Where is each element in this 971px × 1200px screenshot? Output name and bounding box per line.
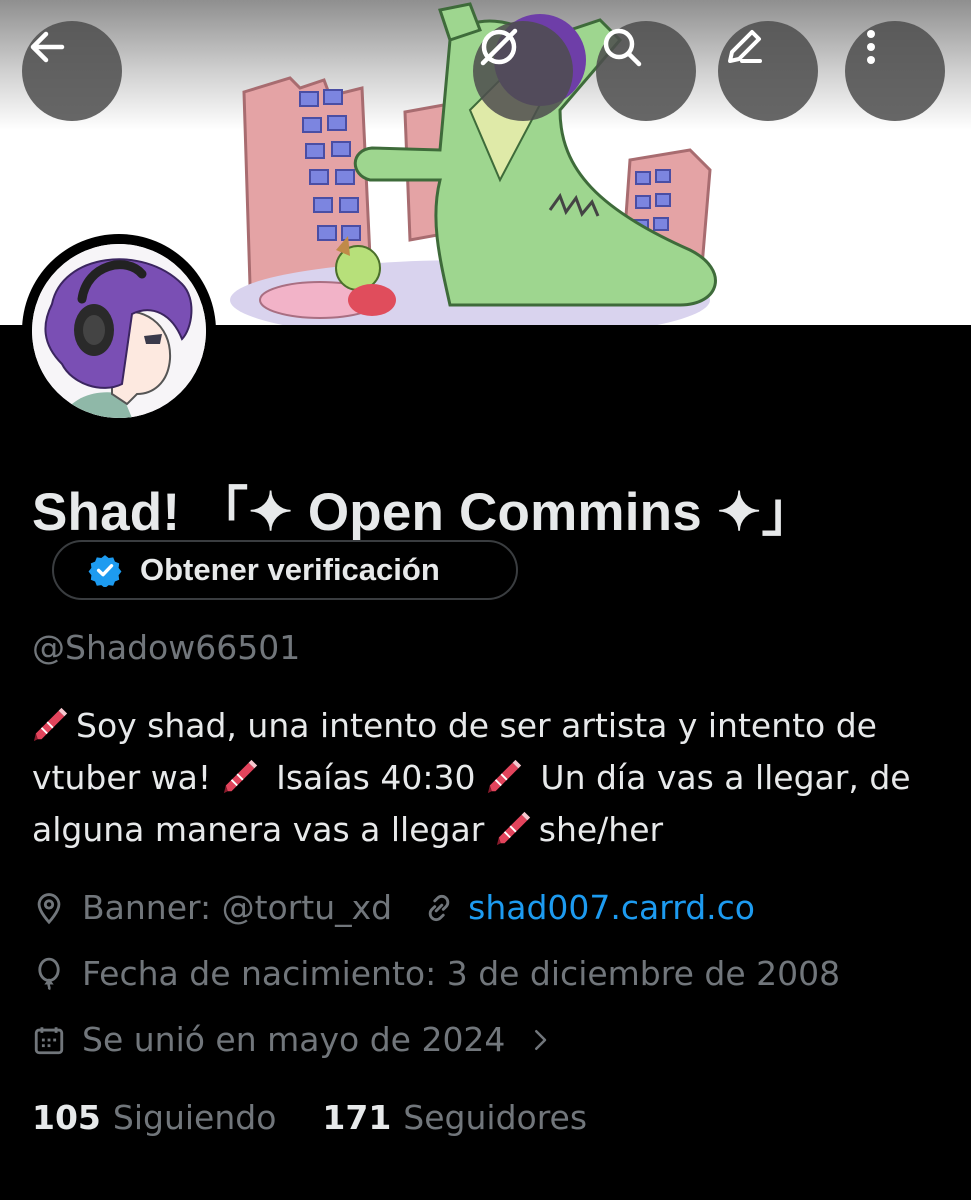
avatar-image: [32, 244, 206, 418]
avatar[interactable]: [22, 234, 216, 428]
refresh-button[interactable]: [473, 21, 573, 121]
crayon-emoji-icon: [496, 811, 530, 846]
verified-badge-icon: [88, 555, 122, 587]
followers-label: Seguidores: [403, 1098, 588, 1137]
chevron-right-icon: [535, 1029, 547, 1050]
followers-link[interactable]: 171 Seguidores: [322, 1098, 587, 1137]
location-row: Banner: @tortu_xd shad007.carrd.co: [32, 888, 755, 927]
arrow-left-icon: [30, 31, 65, 63]
pencil-icon: [728, 30, 762, 63]
display-name: Shad! 「✦ Open Commins ✦」: [32, 483, 815, 542]
bio-segment: Isaías 40:30: [265, 758, 486, 797]
bio-segment: she/her: [538, 810, 664, 849]
rotate-slash-icon: [480, 28, 518, 66]
link-icon: [428, 894, 450, 921]
following-link[interactable]: 105 Siguiendo: [32, 1098, 276, 1137]
crayon-emoji-icon: [223, 759, 257, 794]
edit-button[interactable]: [718, 21, 818, 121]
crayon-emoji-icon: [487, 759, 522, 794]
following-count: 105: [32, 1098, 101, 1137]
back-button[interactable]: [22, 21, 122, 121]
search-icon: [603, 28, 642, 67]
joined-row[interactable]: Se unió en mayo de 2024: [32, 1020, 555, 1059]
calendar-icon: [34, 1026, 64, 1054]
joined-text: Se unió en mayo de 2024: [82, 1020, 506, 1059]
search-button[interactable]: [596, 21, 696, 121]
website-link[interactable]: shad007.carrd.co: [468, 888, 755, 927]
location-text: Banner: @tortu_xd: [82, 888, 393, 927]
location-pin-icon: [37, 892, 61, 924]
follow-stats: 105 Siguiendo 171 Seguidores: [32, 1098, 633, 1137]
crayon-emoji-icon: [33, 707, 68, 742]
user-handle: @Shadow66501: [32, 628, 301, 667]
birthday-row: Fecha de nacimiento: 3 de diciembre de 2…: [32, 954, 840, 993]
bio: Soy shad, una intento de ser artista y i…: [32, 700, 952, 856]
followers-count: 171: [322, 1098, 392, 1137]
birthday-text: Fecha de nacimiento: 3 de diciembre de 2…: [82, 954, 841, 993]
balloon-icon: [38, 957, 60, 990]
get-verified-label: Obtener verificación: [140, 552, 440, 587]
get-verified-button[interactable]: Obtener verificación: [52, 540, 518, 600]
kebab-icon: [867, 30, 875, 64]
following-label: Siguiendo: [112, 1098, 277, 1137]
more-options-button[interactable]: [845, 21, 945, 121]
